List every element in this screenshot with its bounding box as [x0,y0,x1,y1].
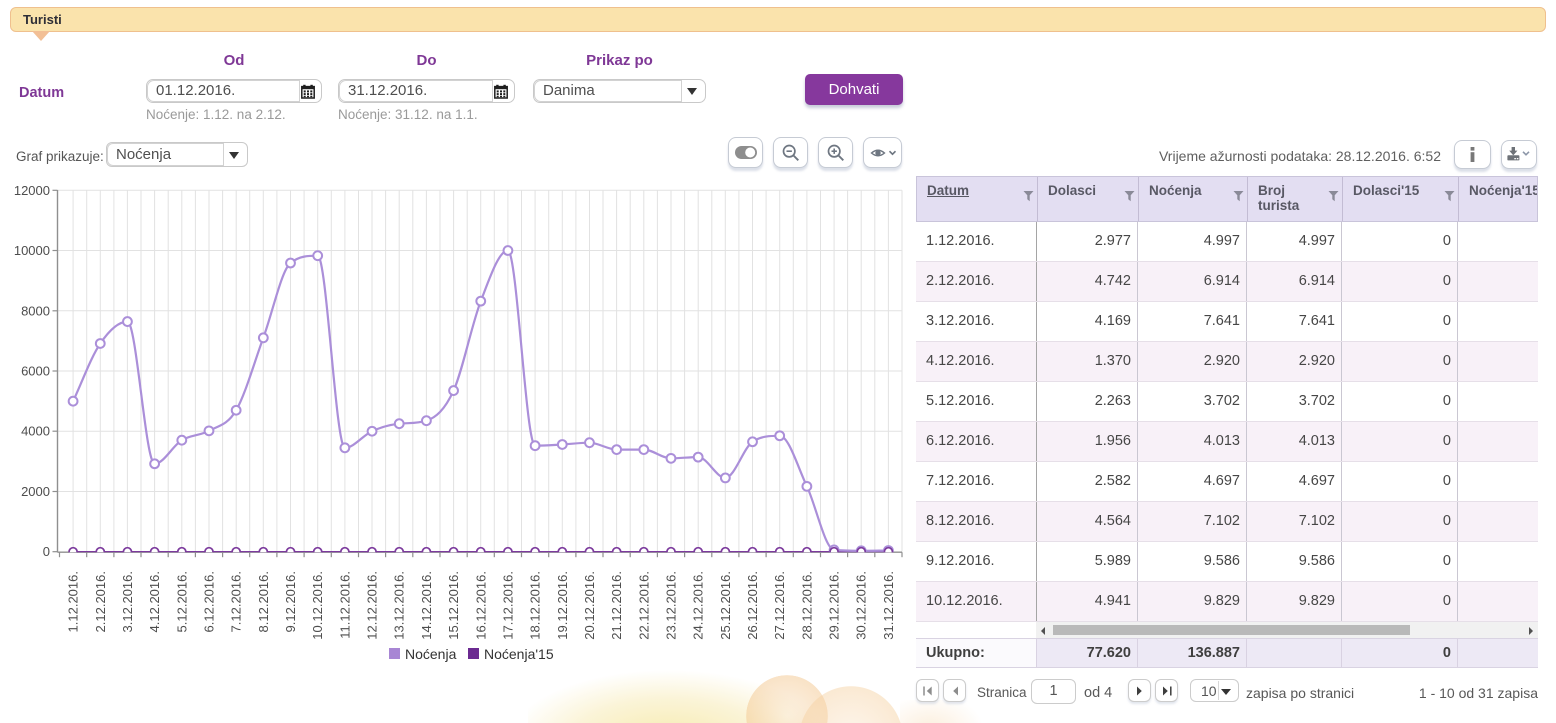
svg-text:13.12.2016.: 13.12.2016. [392,571,407,640]
svg-text:21.12.2016.: 21.12.2016. [609,571,624,640]
svg-text:4.12.2016.: 4.12.2016. [147,571,162,632]
svg-text:2000: 2000 [21,484,50,499]
svg-text:19.12.2016.: 19.12.2016. [555,571,570,640]
svg-text:0: 0 [43,544,50,559]
svg-text:10000: 10000 [14,243,50,258]
svg-text:26.12.2016.: 26.12.2016. [745,571,760,640]
svg-text:28.12.2016.: 28.12.2016. [799,571,814,640]
svg-text:5.12.2016.: 5.12.2016. [174,571,189,632]
svg-text:25.12.2016.: 25.12.2016. [718,571,733,640]
svg-text:8000: 8000 [21,303,50,318]
svg-text:2.12.2016.: 2.12.2016. [93,571,108,632]
svg-text:29.12.2016.: 29.12.2016. [827,571,842,640]
svg-text:6000: 6000 [21,364,50,379]
svg-text:6.12.2016.: 6.12.2016. [201,571,216,632]
svg-text:15.12.2016.: 15.12.2016. [446,571,461,640]
svg-text:27.12.2016.: 27.12.2016. [772,571,787,640]
svg-text:16.12.2016.: 16.12.2016. [473,571,488,640]
svg-text:22.12.2016.: 22.12.2016. [636,571,651,640]
svg-text:12.12.2016.: 12.12.2016. [365,571,380,640]
svg-text:3.12.2016.: 3.12.2016. [120,571,135,632]
svg-text:12000: 12000 [14,183,50,198]
svg-text:24.12.2016.: 24.12.2016. [691,571,706,640]
svg-text:Noćenja'15: Noćenja'15 [484,646,554,662]
svg-text:20.12.2016.: 20.12.2016. [582,571,597,640]
svg-text:14.12.2016.: 14.12.2016. [419,571,434,640]
svg-text:4000: 4000 [21,424,50,439]
svg-text:7.12.2016.: 7.12.2016. [229,571,244,632]
svg-text:31.12.2016.: 31.12.2016. [881,571,896,640]
svg-text:Noćenja: Noćenja [405,646,457,662]
svg-text:23.12.2016.: 23.12.2016. [663,571,678,640]
svg-text:30.12.2016.: 30.12.2016. [854,571,869,640]
svg-text:10.12.2016.: 10.12.2016. [310,571,325,640]
svg-text:1.12.2016.: 1.12.2016. [66,571,81,632]
svg-text:18.12.2016.: 18.12.2016. [528,571,543,640]
svg-text:17.12.2016.: 17.12.2016. [500,571,515,640]
svg-text:9.12.2016.: 9.12.2016. [283,571,298,632]
svg-text:11.12.2016.: 11.12.2016. [337,571,352,639]
svg-text:8.12.2016.: 8.12.2016. [256,571,271,632]
